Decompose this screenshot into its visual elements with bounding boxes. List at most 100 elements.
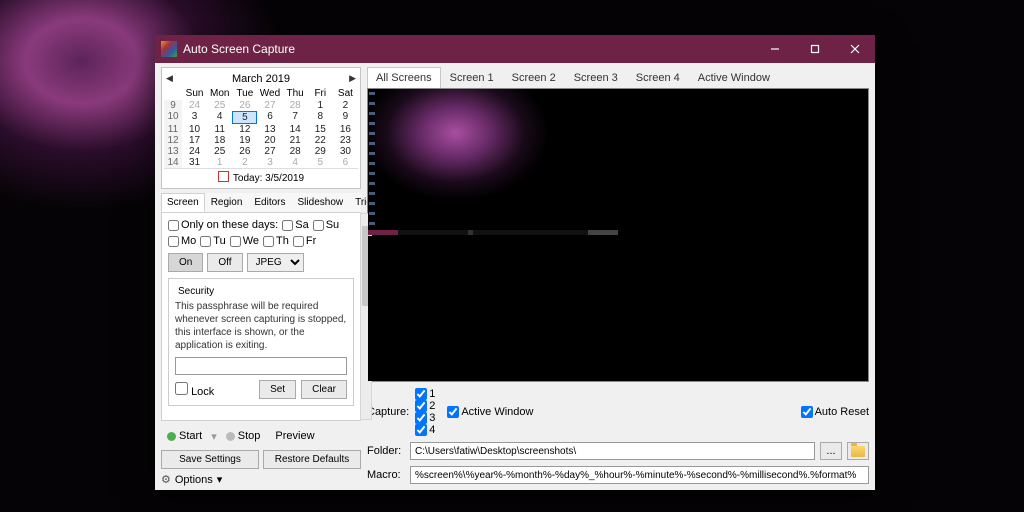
close-button[interactable] bbox=[835, 35, 875, 63]
calendar-day[interactable]: 23 bbox=[333, 135, 358, 146]
calendar-day[interactable]: 9 bbox=[333, 111, 358, 124]
calendar-day[interactable]: 30 bbox=[333, 146, 358, 157]
calendar-day[interactable]: 13 bbox=[257, 124, 282, 135]
lock-checkbox[interactable]: Lock bbox=[175, 382, 214, 398]
calendar-day[interactable]: 12 bbox=[232, 124, 257, 135]
calendar-day[interactable]: 6 bbox=[257, 111, 282, 124]
calendar-day[interactable]: 10 bbox=[182, 124, 207, 135]
calendar-day[interactable]: 2 bbox=[232, 157, 257, 168]
calendar-day[interactable]: 16 bbox=[333, 124, 358, 135]
capture-screen-3-checkbox[interactable]: 3 bbox=[415, 412, 435, 424]
capture-screen-2-checkbox[interactable]: 2 bbox=[415, 400, 435, 412]
day-tu-checkbox[interactable]: Tu bbox=[200, 235, 225, 247]
calendar-day[interactable]: 2 bbox=[333, 100, 358, 111]
set-passphrase-button[interactable]: Set bbox=[259, 380, 296, 399]
app-window: Auto Screen Capture ◀ March 2019 ▶ SunMo… bbox=[155, 35, 875, 490]
calendar-day[interactable]: 24 bbox=[182, 146, 207, 157]
screen-4-thumbnail[interactable] bbox=[619, 236, 869, 382]
macro-input[interactable] bbox=[410, 466, 869, 484]
calendar-day[interactable]: 24 bbox=[182, 100, 207, 111]
calendar-day[interactable]: 4 bbox=[283, 157, 308, 168]
capture-active-window-checkbox[interactable]: Active Window bbox=[447, 406, 533, 418]
calendar-day[interactable]: 27 bbox=[257, 146, 282, 157]
format-select[interactable]: JPEGPNGBMPGIF bbox=[247, 253, 304, 272]
calendar-month-title: March 2019 bbox=[232, 73, 290, 85]
clear-passphrase-button[interactable]: Clear bbox=[301, 380, 347, 399]
calendar-day[interactable]: 28 bbox=[283, 146, 308, 157]
screen-tab-all-screens[interactable]: All Screens bbox=[367, 67, 441, 88]
calendar-prev-month[interactable]: ◀ bbox=[166, 73, 173, 84]
calendar-day[interactable]: 15 bbox=[308, 124, 333, 135]
calendar-day[interactable]: 28 bbox=[283, 100, 308, 111]
screen-tab-screen-2[interactable]: Screen 2 bbox=[503, 67, 565, 88]
screen-tab-screen-3[interactable]: Screen 3 bbox=[565, 67, 627, 88]
settings-tabs: ScreenRegionEditorsSlideshowTriggers bbox=[161, 193, 361, 213]
calendar-day[interactable]: 3 bbox=[182, 111, 207, 124]
day-sa-checkbox[interactable]: Sa bbox=[282, 219, 308, 231]
calendar-day[interactable]: 8 bbox=[308, 111, 333, 124]
day-fr-checkbox[interactable]: Fr bbox=[293, 235, 316, 247]
tab-region[interactable]: Region bbox=[205, 193, 249, 212]
day-su-checkbox[interactable]: Su bbox=[313, 219, 339, 231]
folder-path-input[interactable] bbox=[410, 442, 815, 460]
calendar-today-button[interactable]: Today: 3/5/2019 bbox=[164, 168, 358, 186]
dropdown-icon[interactable]: ▾ bbox=[211, 430, 217, 443]
passphrase-input[interactable] bbox=[175, 357, 347, 375]
screen-2-thumbnail[interactable] bbox=[619, 89, 869, 235]
calendar-next-month[interactable]: ▶ bbox=[349, 73, 356, 84]
capture-label: Capture: bbox=[367, 406, 409, 418]
calendar-day[interactable]: 31 bbox=[182, 157, 207, 168]
calendar-day[interactable]: 29 bbox=[308, 146, 333, 157]
start-button[interactable]: Start bbox=[161, 426, 208, 446]
preview-button[interactable]: Preview bbox=[269, 426, 320, 446]
screen-tab-screen-1[interactable]: Screen 1 bbox=[441, 67, 503, 88]
screen-tab-screen-4[interactable]: Screen 4 bbox=[627, 67, 689, 88]
day-we-checkbox[interactable]: We bbox=[230, 235, 259, 247]
calendar-day[interactable]: 21 bbox=[283, 135, 308, 146]
browse-folder-button[interactable]: ... bbox=[820, 442, 842, 460]
save-settings-button[interactable]: Save Settings bbox=[161, 450, 259, 469]
tab-screen[interactable]: Screen bbox=[161, 193, 205, 212]
calendar-day[interactable]: 26 bbox=[232, 100, 257, 111]
calendar-day[interactable]: 27 bbox=[257, 100, 282, 111]
screen-tab-active-window[interactable]: Active Window bbox=[689, 67, 779, 88]
calendar-day[interactable]: 14 bbox=[283, 124, 308, 135]
calendar-day[interactable]: 19 bbox=[232, 135, 257, 146]
calendar-day[interactable]: 5 bbox=[232, 111, 257, 124]
screen-3-thumbnail[interactable] bbox=[368, 236, 618, 382]
day-th-checkbox[interactable]: Th bbox=[263, 235, 289, 247]
open-folder-button[interactable] bbox=[847, 442, 869, 460]
capture-off-button[interactable]: Off bbox=[207, 253, 242, 272]
options-menu[interactable]: ⚙ Options ▾ bbox=[161, 473, 361, 486]
calendar-day[interactable]: 25 bbox=[207, 146, 232, 157]
calendar-day[interactable]: 5 bbox=[308, 157, 333, 168]
capture-screen-1-checkbox[interactable]: 1 bbox=[415, 388, 435, 400]
auto-reset-checkbox[interactable]: Auto Reset bbox=[801, 406, 869, 418]
macro-label: Macro: bbox=[367, 469, 405, 481]
day-mo-checkbox[interactable]: Mo bbox=[168, 235, 196, 247]
restore-defaults-button[interactable]: Restore Defaults bbox=[263, 450, 361, 469]
calendar-week-number: 14 bbox=[164, 157, 182, 168]
stop-button[interactable]: Stop bbox=[220, 426, 267, 446]
capture-on-button[interactable]: On bbox=[168, 253, 203, 272]
calendar-day[interactable]: 11 bbox=[207, 124, 232, 135]
screen-1-thumbnail[interactable] bbox=[368, 89, 618, 235]
calendar-day[interactable]: 22 bbox=[308, 135, 333, 146]
maximize-button[interactable] bbox=[795, 35, 835, 63]
calendar-day[interactable]: 20 bbox=[257, 135, 282, 146]
calendar-day[interactable]: 7 bbox=[283, 111, 308, 124]
calendar-day[interactable]: 1 bbox=[308, 100, 333, 111]
capture-screen-4-checkbox[interactable]: 4 bbox=[415, 424, 435, 436]
calendar-day[interactable]: 18 bbox=[207, 135, 232, 146]
calendar-day[interactable]: 1 bbox=[207, 157, 232, 168]
calendar-day[interactable]: 26 bbox=[232, 146, 257, 157]
tab-slideshow[interactable]: Slideshow bbox=[292, 193, 350, 212]
calendar-day[interactable]: 6 bbox=[333, 157, 358, 168]
calendar-day[interactable]: 3 bbox=[257, 157, 282, 168]
minimize-button[interactable] bbox=[755, 35, 795, 63]
calendar-day[interactable]: 25 bbox=[207, 100, 232, 111]
calendar-day[interactable]: 17 bbox=[182, 135, 207, 146]
calendar-day[interactable]: 4 bbox=[207, 111, 232, 124]
only-these-days-checkbox[interactable]: Only on these days: bbox=[168, 219, 278, 231]
tab-editors[interactable]: Editors bbox=[248, 193, 291, 212]
